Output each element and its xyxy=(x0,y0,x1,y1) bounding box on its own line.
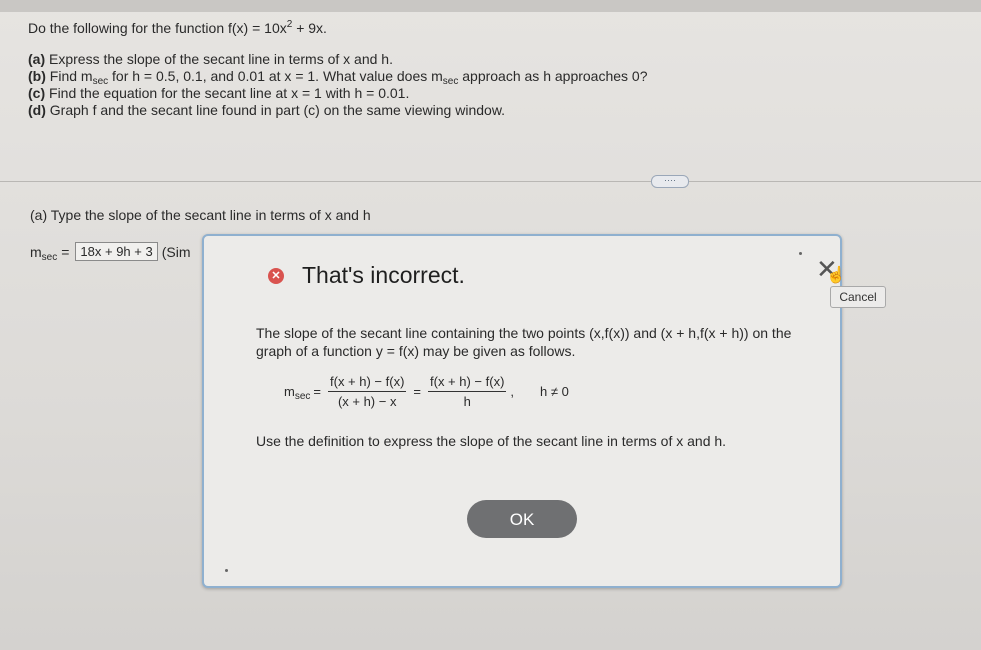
fraction-1: f(x + h) − f(x) (x + h) − x xyxy=(328,374,407,409)
condition: h ≠ 0 xyxy=(540,384,569,399)
simplify-note: (Sim xyxy=(161,243,191,260)
part-a: (a) Express the slope of the secant line… xyxy=(28,51,393,67)
answer-prompt: (a) Type the slope of the secant line in… xyxy=(30,207,371,223)
dot xyxy=(799,252,802,255)
instruction-text: Use the definition to express the slope … xyxy=(256,433,727,449)
dot xyxy=(225,569,228,572)
problem-intro: Do the following for the function f(x) =… xyxy=(28,19,327,37)
answer-input[interactable]: 18x + 9h + 3 xyxy=(75,242,158,261)
answer-row: msec = 18x + 9h + 3 (Sim xyxy=(30,242,191,263)
status-text: That's incorrect. xyxy=(302,262,465,288)
msec-label: msec xyxy=(30,243,58,263)
feedback-dialog: ✕ That's incorrect. The slope of the sec… xyxy=(202,234,842,588)
cancel-button[interactable]: Cancel xyxy=(830,286,886,308)
hand-pointer-icon: ☝ xyxy=(826,267,846,284)
section-divider xyxy=(0,181,981,182)
ok-button[interactable]: OK xyxy=(467,500,577,538)
explanation-text: The slope of the secant line containing … xyxy=(256,325,792,359)
part-d: (d) Graph f and the secant line found in… xyxy=(28,102,506,118)
secant-slope-formula: msec = f(x + h) − f(x) (x + h) − x = f(x… xyxy=(284,374,569,409)
fraction-2: f(x + h) − f(x) h xyxy=(428,374,507,409)
problem-statement: Do the following for the function f(x) =… xyxy=(28,20,648,119)
formula-msec: msec xyxy=(284,384,311,402)
top-bar xyxy=(0,0,981,12)
status-row: ✕ That's incorrect. xyxy=(268,262,465,289)
part-c: (c) Find the equation for the secant lin… xyxy=(28,85,410,101)
more-button[interactable]: ···· xyxy=(651,175,689,188)
part-b: (b) Find msec for h = 0.5, 0.1, and 0.01… xyxy=(28,68,648,87)
error-icon: ✕ xyxy=(268,267,284,284)
